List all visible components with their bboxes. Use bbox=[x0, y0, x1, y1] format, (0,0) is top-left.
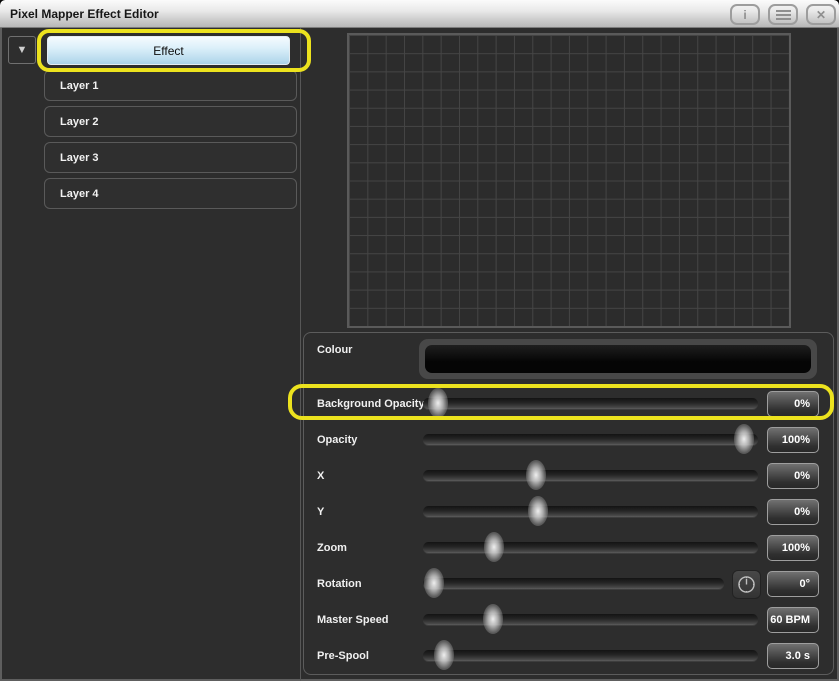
background-opacity-value[interactable]: 0% bbox=[767, 391, 819, 417]
chevron-down-icon: ▼ bbox=[17, 44, 28, 56]
opacity-label: Opacity bbox=[317, 434, 357, 446]
effect-button[interactable]: Effect bbox=[47, 36, 290, 65]
layer-4-button[interactable]: Layer 4 bbox=[44, 178, 297, 209]
colour-label: Colour bbox=[317, 344, 352, 356]
x-slider[interactable] bbox=[423, 470, 758, 481]
y-value[interactable]: 0% bbox=[767, 499, 819, 525]
slider-row-background-opacity: Background Opacity 0% bbox=[304, 386, 835, 422]
master-speed-value[interactable]: 60 BPM bbox=[767, 607, 819, 633]
menu-icon bbox=[776, 10, 791, 20]
pre-spool-label: Pre-Spool bbox=[317, 650, 369, 662]
layer-2-button[interactable]: Layer 2 bbox=[44, 106, 297, 137]
close-icon: ✕ bbox=[816, 8, 826, 22]
background-opacity-slider[interactable] bbox=[423, 398, 758, 409]
background-opacity-slider-thumb[interactable] bbox=[428, 388, 448, 418]
slider-row-master-speed: Master Speed 60 BPM bbox=[304, 602, 835, 638]
slider-row-pre-spool: Pre-Spool 3.0 s bbox=[304, 638, 835, 674]
window-title: Pixel Mapper Effect Editor bbox=[10, 7, 159, 21]
x-slider-thumb[interactable] bbox=[526, 460, 546, 490]
zoom-slider[interactable] bbox=[423, 542, 758, 553]
colour-swatch[interactable] bbox=[419, 339, 817, 379]
titlebar[interactable]: Pixel Mapper Effect Editor i ✕ bbox=[0, 0, 839, 28]
effect-controls-panel: Colour Background Opacity 0% Opacity 100… bbox=[303, 332, 834, 675]
pixel-grid bbox=[347, 33, 791, 328]
pixel-mapper-effect-editor-window: Pixel Mapper Effect Editor i ✕ ▼ Effect … bbox=[0, 0, 839, 681]
rotation-slider[interactable] bbox=[423, 578, 724, 589]
close-button[interactable]: ✕ bbox=[806, 4, 836, 25]
zoom-label: Zoom bbox=[317, 542, 347, 554]
master-speed-slider[interactable] bbox=[423, 614, 758, 625]
y-slider[interactable] bbox=[423, 506, 758, 517]
slider-row-rotation: Rotation 0° bbox=[304, 566, 835, 602]
rotation-clock-button[interactable] bbox=[732, 570, 761, 599]
background-opacity-label: Background Opacity bbox=[317, 398, 425, 410]
slider-row-x: X 0% bbox=[304, 458, 835, 494]
slider-row-opacity: Opacity 100% bbox=[304, 422, 835, 458]
pre-spool-value[interactable]: 3.0 s bbox=[767, 643, 819, 669]
y-slider-thumb[interactable] bbox=[528, 496, 548, 526]
slider-row-zoom: Zoom 100% bbox=[304, 530, 835, 566]
rotation-slider-thumb[interactable] bbox=[424, 568, 444, 598]
rotation-value[interactable]: 0° bbox=[767, 571, 819, 597]
slider-row-y: Y 0% bbox=[304, 494, 835, 530]
rotation-label: Rotation bbox=[317, 578, 362, 590]
clock-icon bbox=[736, 574, 757, 595]
pre-spool-slider-thumb[interactable] bbox=[434, 640, 454, 670]
opacity-value[interactable]: 100% bbox=[767, 427, 819, 453]
titlebar-buttons: i ✕ bbox=[730, 4, 836, 25]
pre-spool-slider[interactable] bbox=[423, 650, 758, 661]
opacity-slider-thumb[interactable] bbox=[734, 424, 754, 454]
info-button[interactable]: i bbox=[730, 4, 760, 25]
colour-swatch-value bbox=[425, 345, 811, 373]
menu-button[interactable] bbox=[768, 4, 798, 25]
layer-1-button[interactable]: Layer 1 bbox=[44, 70, 297, 101]
x-value[interactable]: 0% bbox=[767, 463, 819, 489]
info-icon: i bbox=[743, 8, 746, 22]
panel-divider bbox=[300, 28, 301, 681]
zoom-slider-thumb[interactable] bbox=[484, 532, 504, 562]
master-speed-slider-thumb[interactable] bbox=[483, 604, 503, 634]
layer-3-button[interactable]: Layer 3 bbox=[44, 142, 297, 173]
context-dropdown-button[interactable]: ▼ bbox=[8, 36, 36, 64]
zoom-value[interactable]: 100% bbox=[767, 535, 819, 561]
x-label: X bbox=[317, 470, 324, 482]
y-label: Y bbox=[317, 506, 324, 518]
master-speed-label: Master Speed bbox=[317, 614, 389, 626]
opacity-slider[interactable] bbox=[423, 434, 758, 445]
